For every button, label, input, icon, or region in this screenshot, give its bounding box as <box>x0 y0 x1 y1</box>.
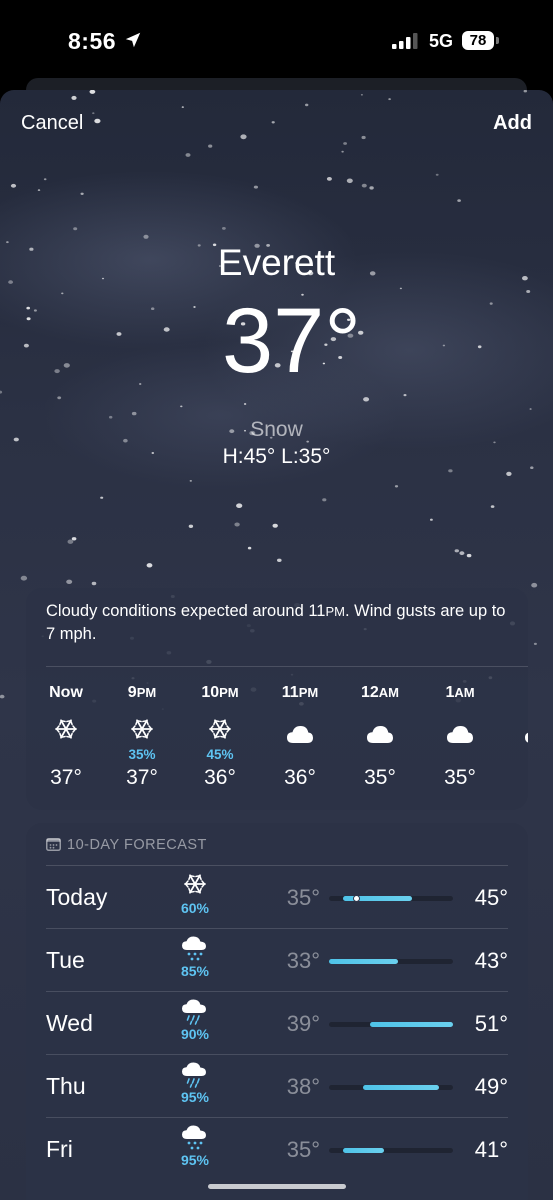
forecast-day-row[interactable]: Today 60% 35° 45° <box>26 866 528 929</box>
precip-chance: 45% <box>206 747 234 762</box>
forecast-day-row[interactable]: Fri 95% 35° 41° <box>26 1118 528 1181</box>
hour-label: 1AM <box>445 684 475 701</box>
cloud-icon <box>508 723 528 747</box>
forecast-day-row[interactable]: Thu 95% 38° 49° <box>26 1055 528 1118</box>
cloud-rain-icon <box>174 1061 216 1088</box>
hourly-item: 10PM 45% 36° <box>190 683 250 791</box>
hour-label: 10PM <box>201 684 239 701</box>
battery-cap <box>496 37 499 44</box>
temperature-range-fill <box>370 1022 453 1027</box>
status-time: 8:56 <box>68 28 117 54</box>
precip-chance: 95% <box>180 1089 210 1105</box>
precip-chance: 35% <box>128 747 156 762</box>
cloud-snow-icon <box>174 935 216 961</box>
location-arrow-icon <box>125 32 141 48</box>
cloud-snow-icon <box>174 1124 216 1150</box>
cloud-icon <box>430 723 490 747</box>
hourly-forecast-card[interactable]: Cloudy conditions expected around 11PM. … <box>26 588 528 810</box>
current-condition: Snow <box>250 418 303 441</box>
temperature-range-bar <box>329 1085 453 1090</box>
hourly-item: 9PM 35% 37° <box>112 683 172 791</box>
hourly-item: 1AM 35° <box>430 683 490 791</box>
low-temperature: 33° <box>286 948 320 973</box>
snowflake-icon <box>174 872 216 898</box>
hour-label: 9PM <box>127 684 157 701</box>
cloud-icon <box>350 723 410 747</box>
ten-day-forecast-card[interactable]: 10-DAY FORECAST Today 60% 35° 45° Tue 85% 33°… <box>26 823 528 1200</box>
day-name: Thu <box>46 1073 86 1099</box>
hour-temperature: 37° <box>126 766 158 789</box>
conditions-summary: Cloudy conditions expected around 11PM. … <box>46 602 506 643</box>
temperature-range-bar <box>329 895 453 902</box>
hourly-item: 12AM 35° <box>350 683 410 791</box>
precip-chance: 90% <box>180 1026 210 1042</box>
low-temperature: 35° <box>286 885 320 910</box>
low-temperature: 38° <box>286 1074 320 1099</box>
cloud-icon <box>270 723 330 747</box>
weather-sheet: Cancel Add Everett 37° Snow H:45° L:35° … <box>0 90 553 1200</box>
cloud-rain-icon <box>174 998 216 1025</box>
precip-chance <box>430 747 490 763</box>
precip-chance <box>270 747 330 763</box>
battery-icon: 78 <box>462 31 494 50</box>
precip-chance: 85% <box>180 963 210 979</box>
city-name: Everett <box>217 242 336 283</box>
hourly-item: Now 37° <box>36 683 96 791</box>
forecast-header-label: 10-DAY FORECAST <box>67 837 207 853</box>
snowflake-icon <box>112 717 172 747</box>
hour-temperature: 3 <box>508 765 528 791</box>
network-type: 5G <box>429 31 454 51</box>
hour-temperature: 37° <box>50 766 82 789</box>
snowflake-icon <box>190 717 250 747</box>
temperature-range-bar <box>329 1022 453 1027</box>
high-temperature: 51° <box>474 1011 508 1036</box>
high-temperature: 49° <box>474 1074 508 1099</box>
temperature-range-fill <box>329 959 398 964</box>
precip-chance <box>350 747 410 763</box>
hour-label: 12AM <box>360 684 399 701</box>
snowflake-icon <box>36 717 96 747</box>
calendar-icon <box>46 838 61 851</box>
current-temperature: 37° <box>221 290 362 392</box>
forecast-day-row[interactable]: Wed 90% 39° 51° <box>26 992 528 1055</box>
cancel-button[interactable]: Cancel <box>21 112 83 135</box>
precip-chance <box>36 747 96 763</box>
status-bar: 8:56 5G 78 <box>0 0 553 80</box>
high-low-temperature: H:45° L:35° <box>222 445 331 468</box>
high-temperature: 45° <box>474 885 508 910</box>
temperature-range-fill <box>342 1148 385 1153</box>
day-name: Today <box>46 884 108 910</box>
divider <box>46 666 528 667</box>
temperature-range-fill <box>363 1085 440 1090</box>
add-button[interactable]: Add <box>493 112 532 135</box>
hourly-item: 23 <box>508 683 528 791</box>
temperature-range-bar <box>329 959 453 964</box>
hour-label: 2 <box>508 683 528 703</box>
high-temperature: 43° <box>474 948 508 973</box>
hour-temperature: 35° <box>444 766 476 789</box>
precip-chance <box>508 747 528 763</box>
hour-label: 11PM <box>281 684 319 701</box>
hourly-item: 11PM 36° <box>270 683 330 791</box>
current-temperature-marker <box>353 895 361 902</box>
hour-temperature: 36° <box>284 766 316 789</box>
low-temperature: 39° <box>286 1011 320 1036</box>
precip-chance: 60% <box>180 900 210 916</box>
hour-label: Now <box>49 684 83 701</box>
cellular-signal-icon <box>392 33 418 49</box>
high-temperature: 41° <box>474 1137 508 1162</box>
hour-temperature: 36° <box>204 766 236 789</box>
home-indicator[interactable] <box>208 1184 346 1189</box>
day-name: Fri <box>46 1136 73 1162</box>
day-name: Tue <box>46 947 85 973</box>
low-temperature: 35° <box>286 1137 320 1162</box>
temperature-range-bar <box>329 1148 453 1153</box>
forecast-day-row[interactable]: Tue 85% 33° 43° <box>26 929 528 992</box>
day-name: Wed <box>46 1010 93 1036</box>
hour-temperature: 35° <box>364 766 396 789</box>
forecast-header: 10-DAY FORECAST <box>46 837 207 853</box>
precip-chance: 95% <box>180 1152 210 1168</box>
